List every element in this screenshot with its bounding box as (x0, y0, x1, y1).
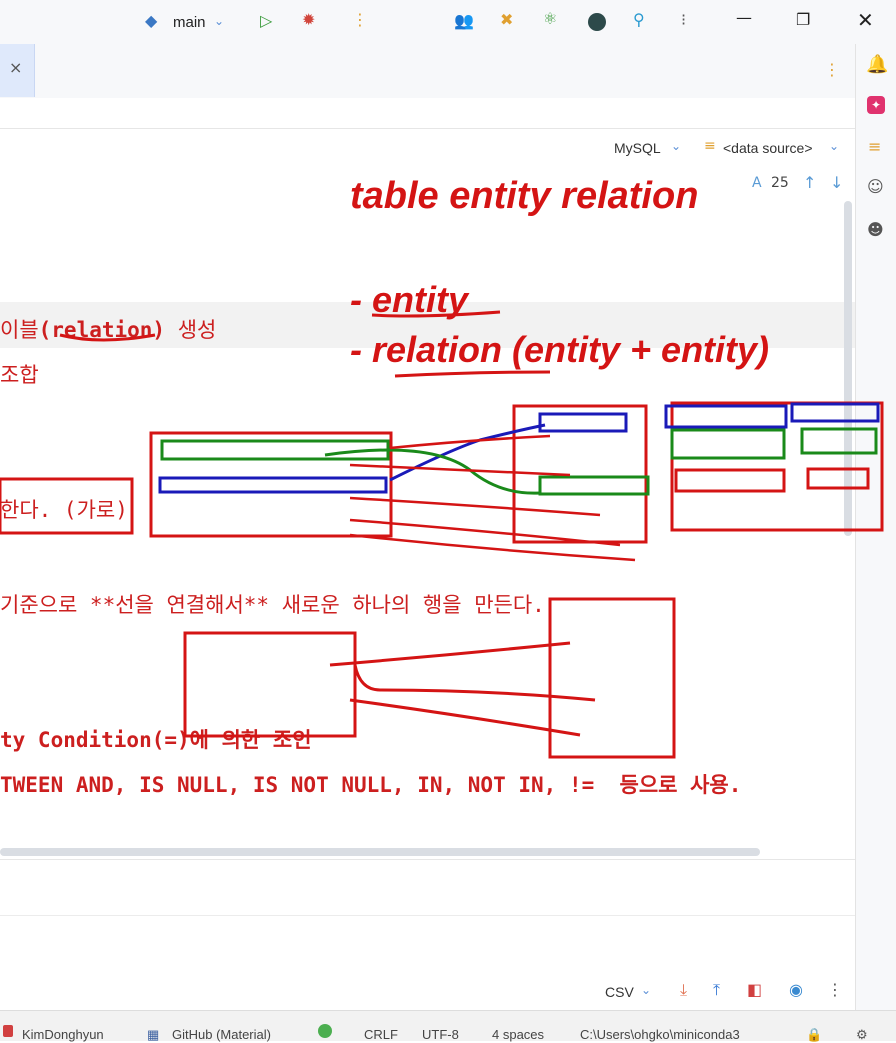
ink-row-green-left (160, 439, 390, 461)
ink-row-blue-left (158, 476, 388, 494)
download-icon[interactable]: ⤓ (680, 980, 687, 1000)
view-icon[interactable]: ◉ (789, 980, 803, 999)
theme-icon: ▦ (147, 1027, 160, 1042)
ink-underline-code (59, 333, 156, 342)
export-format-selector[interactable]: CSV (605, 984, 634, 1000)
ink-row-blue-mid (538, 412, 628, 433)
lock-icon[interactable]: 🔒 (806, 1027, 822, 1043)
ink-item-relation: - relation (entity + entity) (350, 329, 769, 370)
ink-table-lower-left (183, 631, 357, 738)
ink-title: table entity relation (350, 175, 698, 217)
settings-icon[interactable]: ⚙ (856, 1027, 868, 1043)
panel-more-icon[interactable]: ⋮ (827, 980, 843, 999)
status-indicator-icon[interactable] (318, 1024, 332, 1038)
user-icon (3, 1025, 13, 1037)
results-panel: CSV ⌄ ⤓ ⤒ ◧ ◉ ⋮ (0, 859, 855, 1010)
compare-icon[interactable]: ◧ (747, 980, 762, 999)
format-chevron-icon[interactable]: ⌄ (641, 983, 651, 997)
ink-box-code (0, 477, 134, 535)
upload-icon[interactable]: ⤒ (713, 980, 720, 1000)
ink-row-green-mid (538, 475, 650, 496)
status-bar: KimDonghyun ▦ GitHub (Material) CRLF UTF… (0, 1010, 896, 1043)
ink-underline-relation (394, 370, 551, 378)
